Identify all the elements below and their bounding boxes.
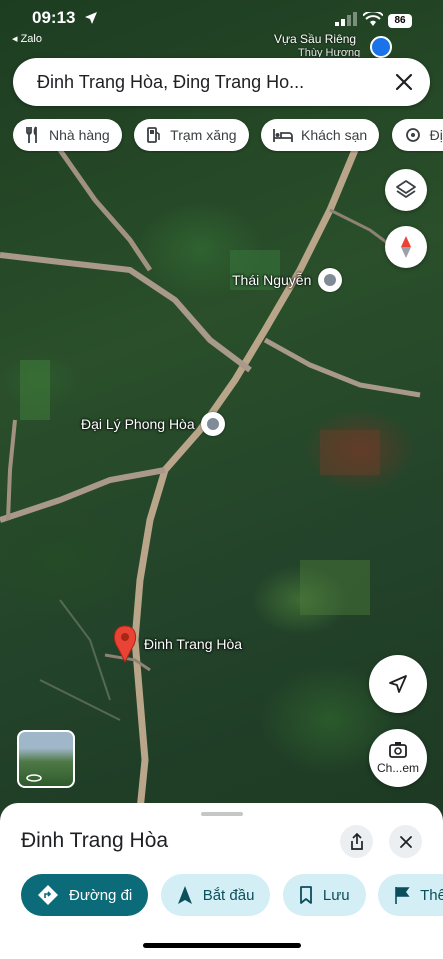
attraction-icon (405, 128, 420, 142)
chip-attractions[interactable]: Địa (391, 119, 443, 151)
my-location-button[interactable] (369, 655, 427, 713)
status-time: 09:13 (32, 8, 76, 27)
chip-restaurants[interactable]: Nhà hàng (13, 119, 122, 151)
layers-button[interactable] (385, 169, 427, 211)
search-bar[interactable]: Đinh Trang Hòa, Đing Trang Ho... (13, 58, 430, 106)
restaurant-icon (26, 126, 37, 143)
place-bottom-sheet[interactable]: Đinh Trang Hòa Đường đi Bắt đầu Lưu Thê (0, 803, 443, 959)
share-icon (350, 832, 363, 850)
compass-button[interactable] (385, 226, 427, 268)
location-arrow-icon (85, 12, 97, 24)
chip-gas-stations[interactable]: Trạm xăng (134, 119, 249, 151)
back-to-app-link[interactable]: ◂ Zalo (12, 32, 42, 45)
hotel-icon (273, 129, 293, 142)
action-label: Lưu (322, 886, 350, 904)
action-label: Bắt đầu (202, 886, 255, 904)
navigation-arrow-icon (389, 675, 407, 693)
place-title: Đinh Trang Hòa (21, 829, 169, 852)
close-icon[interactable] (392, 70, 416, 94)
save-button[interactable]: Lưu (282, 874, 366, 916)
action-label: Thê (420, 886, 443, 904)
gas-station-icon (147, 127, 160, 143)
map-poi-label[interactable]: Vựa Sầu Riêng (274, 32, 356, 46)
close-sheet-button[interactable] (389, 825, 422, 858)
action-label: Đường đi (69, 886, 133, 904)
camera-rotate-icon (389, 742, 407, 758)
category-chips: Nhà hàng Trạm xăng Khách sạn Địa (13, 119, 443, 153)
wifi-icon (363, 12, 383, 26)
close-icon (399, 835, 412, 848)
chip-label: Khách sạn (301, 127, 368, 143)
directions-button[interactable]: Đường đi (21, 874, 149, 916)
navigation-icon (177, 886, 192, 904)
start-button[interactable]: Bắt đầu (160, 874, 271, 916)
street-view-button[interactable]: Ch...em (369, 729, 427, 787)
share-button[interactable] (340, 825, 373, 858)
street-view-label: Ch...em (376, 761, 419, 775)
poi-marker-icon[interactable] (318, 268, 342, 292)
shop-pin-icon[interactable] (370, 36, 392, 58)
flag-icon (395, 887, 410, 904)
chip-hotels[interactable]: Khách sạn (261, 119, 380, 151)
poi-marker-icon[interactable] (201, 412, 225, 436)
bookmark-icon (299, 886, 312, 904)
compass-icon (401, 236, 411, 258)
map-label-thai-nguyen[interactable]: Thái Nguyễn (232, 272, 311, 288)
chip-label: Địa (429, 127, 443, 143)
signal-icon (335, 12, 357, 26)
status-bar: 09:13 ◂ Zalo 86 Vựa Sầu Riêng Thùy Hương (0, 0, 443, 58)
map-poi-sublabel: Thùy Hương (298, 47, 361, 57)
chip-label: Nhà hàng (49, 127, 110, 143)
action-buttons: Đường đi Bắt đầu Lưu Thê (21, 874, 443, 918)
add-label-button[interactable]: Thê (378, 874, 443, 916)
search-input[interactable]: Đinh Trang Hòa, Đing Trang Ho... (37, 72, 367, 93)
home-indicator[interactable] (143, 943, 301, 948)
rotate-360-icon (26, 774, 42, 782)
street-view-thumbnail[interactable] (17, 730, 75, 788)
battery-indicator: 86 (388, 14, 412, 28)
drag-handle[interactable] (201, 812, 243, 816)
directions-icon (38, 885, 58, 905)
chip-label: Trạm xăng (170, 127, 237, 143)
map-label-dai-ly[interactable]: Đại Lý Phong Hòa (81, 416, 195, 432)
layers-icon (396, 180, 416, 198)
map-label-selected-place[interactable]: Đinh Trang Hòa (144, 636, 242, 652)
